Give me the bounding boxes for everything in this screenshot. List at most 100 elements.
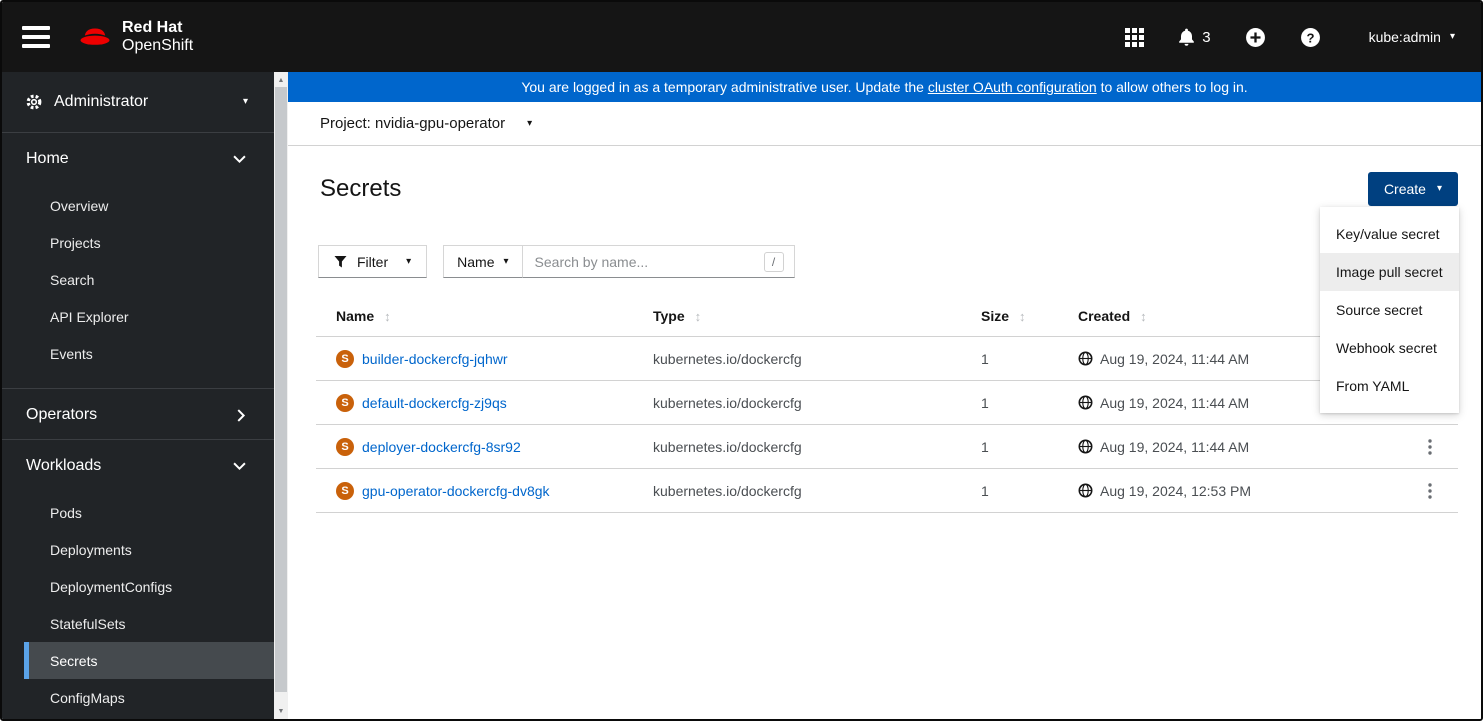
nav-toggle-hamburger-icon[interactable] [22,26,50,48]
secret-link[interactable]: default-dockercfg-zj9qs [362,395,507,411]
perspective-switcher[interactable]: Administrator ▾ [2,72,274,132]
sort-icon[interactable]: ↕ [1019,309,1026,324]
sidebar-item-projects[interactable]: Projects [2,224,274,261]
secrets-table: Name ↕ Type ↕ Size ↕ Created ↕ S builder-doc… [316,302,1458,513]
logo-product: OpenShift [122,37,194,54]
scroll-down-arrow-icon[interactable]: ▼ [274,704,288,718]
nav-section-label: Workloads [26,457,102,474]
nav-divider [2,439,274,440]
secret-resource-badge: S [336,393,354,412]
plus-circle-icon [1245,27,1265,47]
logo-brand: Red Hat [122,19,183,37]
column-header-size[interactable]: Size ↕ [961,302,1058,336]
notifications-button[interactable]: 3 [1178,28,1211,46]
help-button[interactable]: ? [1300,27,1321,48]
caret-down-icon: ▾ [1436,183,1442,194]
caret-down-icon: ▾ [527,117,533,129]
nav-section-home[interactable]: Home [2,135,274,183]
kebab-menu-icon[interactable] [1428,482,1432,499]
nav-list-workloads: Pods Deployments DeploymentConfigs State… [2,490,274,719]
actions-cell [1402,482,1458,499]
menu-item-webhook-secret[interactable]: Webhook secret [1320,329,1459,367]
sort-icon[interactable]: ↕ [1140,309,1147,324]
size-cell: 1 [981,394,989,411]
globe-icon [1078,395,1093,410]
secret-resource-badge: S [336,349,354,368]
create-button-label: Create [1383,181,1426,197]
nav-section-workloads[interactable]: Workloads [2,442,274,490]
table-row: S gpu-operator-dockercfg-dv8gk kubernete… [316,469,1458,513]
secret-link[interactable]: deployer-dockercfg-8sr92 [362,439,521,455]
quick-create-button[interactable] [1245,27,1266,48]
banner-text-after: to allow others to log in. [1096,79,1248,95]
globe-icon [1078,351,1093,366]
sidebar-item-api-explorer[interactable]: API Explorer [2,298,274,335]
secret-link[interactable]: gpu-operator-dockercfg-dv8gk [362,483,550,499]
name-cell: S default-dockercfg-zj9qs [316,393,633,412]
created-cell: Aug 19, 2024, 11:44 AM [1058,439,1402,455]
sidebar-item-overview[interactable]: Overview [2,187,274,224]
cluster-oauth-configuration-link[interactable]: cluster OAuth configuration [928,79,1097,95]
project-bar: Project: nvidia-gpu-operator ▾ [288,102,1481,146]
kebab-menu-icon[interactable] [1428,438,1432,455]
masthead: Red Hat OpenShift 3 ? kube:admin ▾ [2,2,1481,72]
sidebar-item-configmaps[interactable]: ConfigMaps [2,679,274,716]
logo-text: Red Hat OpenShift [122,19,193,55]
nav-section-operators[interactable]: Operators [2,391,274,439]
project-selector[interactable]: Project: nvidia-gpu-operator ▾ [320,115,532,132]
type-cell: kubernetes.io/dockercfg [653,350,802,367]
search-input[interactable] [534,253,764,270]
secret-resource-badge: S [336,481,354,500]
filter-type-select[interactable]: Name ▾ [443,245,523,278]
app-launcher-button[interactable] [1125,27,1145,47]
chevron-right-icon [237,408,246,422]
user-name: kube:admin [1368,29,1441,45]
project-selector-label: Project: nvidia-gpu-operator [320,115,506,132]
globe-icon [1078,439,1093,454]
keyboard-shortcut-hint: / [763,251,784,272]
table-row: S deployer-dockercfg-8sr92 kubernetes.io… [316,425,1458,469]
sidebar-item-search[interactable]: Search [2,261,274,298]
sidebar-item-statefulsets[interactable]: StatefulSets [2,605,274,642]
create-button[interactable]: Create ▾ [1367,172,1458,206]
sidebar-item-events[interactable]: Events [2,335,274,372]
secret-link[interactable]: builder-dockercfg-jqhwr [362,351,508,367]
cogs-icon [26,94,42,110]
size-cell: 1 [981,438,989,455]
sidebar-scrollbar[interactable]: ▲ ▼ [274,72,288,719]
menu-item-source-secret[interactable]: Source secret [1320,291,1459,329]
sidebar-nav: Administrator ▾ Home Overview Projects S… [2,72,274,719]
sidebar-item-secrets[interactable]: Secrets [24,642,274,679]
scroll-up-arrow-icon[interactable]: ▲ [274,73,288,87]
table-header-row: Name ↕ Type ↕ Size ↕ Created ↕ [316,302,1458,337]
globe-icon [1078,483,1093,498]
scrollbar-thumb[interactable] [275,87,287,692]
nav-divider [2,388,274,389]
question-circle-icon: ? [1300,27,1320,47]
menu-item-from-yaml[interactable]: From YAML [1320,367,1459,405]
filter-button[interactable]: Filter ▾ [318,245,428,278]
sort-icon[interactable]: ↕ [384,309,391,324]
masthead-right: 3 ? kube:admin ▾ [1125,27,1455,48]
column-header-type[interactable]: Type ↕ [633,302,961,336]
menu-item-image-pull-secret[interactable]: Image pull secret [1320,253,1459,291]
filter-type-label: Name [457,253,495,270]
search-group: Name ▾ / [443,245,795,278]
app-grid-icon [1125,27,1145,47]
search-box: / [522,245,795,278]
sort-icon[interactable]: ↕ [695,309,702,324]
sidebar-item-deploymentconfigs[interactable]: DeploymentConfigs [2,568,274,605]
sidebar-item-deployments[interactable]: Deployments [2,531,274,568]
caret-down-icon: ▾ [1449,31,1455,42]
size-cell: 1 [981,482,989,499]
page-title: Secrets [320,175,402,202]
sidebar-item-pods[interactable]: Pods [2,494,274,531]
caret-down-icon: ▾ [406,255,412,267]
perspective-label: Administrator [54,93,149,110]
column-header-name[interactable]: Name ↕ [316,302,633,336]
masthead-left: Red Hat OpenShift [22,19,193,55]
type-cell: kubernetes.io/dockercfg [653,438,802,455]
name-cell: S builder-dockercfg-jqhwr [316,349,633,368]
user-menu[interactable]: kube:admin ▾ [1369,29,1455,45]
menu-item-key-value-secret[interactable]: Key/value secret [1320,215,1459,253]
